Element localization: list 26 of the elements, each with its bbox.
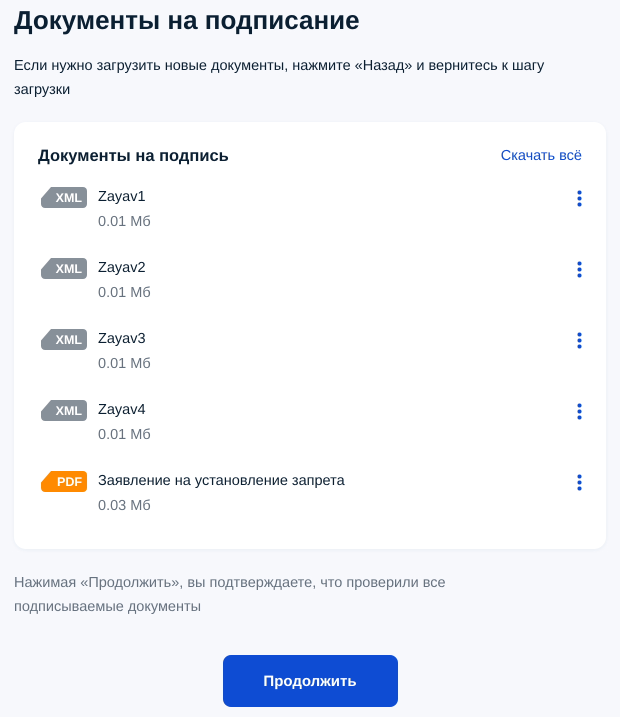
file-size: 0.01 Мб <box>98 213 151 232</box>
download-all-link[interactable]: Скачать всё <box>500 148 582 164</box>
file-size: 0.01 Мб <box>98 426 151 445</box>
card-title: Документы на подпись <box>38 146 229 167</box>
confirmation-notice: Нажимая «Продолжить», вы подтверждаете, что проверили все подписываемые документы <box>14 574 447 617</box>
file-size: 0.01 Мб <box>98 284 151 303</box>
page-title: Документы на подписание <box>14 4 360 36</box>
file-type-badge: XML <box>41 187 87 208</box>
file-type-badge: XML <box>41 400 87 421</box>
file-size: 0.01 Мб <box>98 355 151 374</box>
file-size: 0.03 Мб <box>98 497 151 516</box>
kebab-menu-icon <box>577 261 582 278</box>
file-type-badge: XML <box>41 329 87 350</box>
kebab-menu-icon <box>577 403 582 420</box>
file-name: Заявление на установление запрета <box>98 472 345 491</box>
file-name: Zayav3 <box>98 330 146 349</box>
kebab-menu-icon <box>577 474 582 491</box>
continue-button[interactable]: Продолжить <box>222 655 398 707</box>
kebab-menu-icon <box>577 332 582 349</box>
file-type-badge: XML <box>41 258 87 279</box>
file-name: Zayav4 <box>98 401 146 420</box>
kebab-menu-icon <box>577 190 582 207</box>
intro-text: Если нужно загрузить новые документы, нажмите «Назад» и вернитесь к шагу загрузки <box>14 57 546 100</box>
file-type-badge: PDF <box>41 471 87 492</box>
file-name: Zayav1 <box>98 188 146 207</box>
file-name: Zayav2 <box>98 259 146 278</box>
